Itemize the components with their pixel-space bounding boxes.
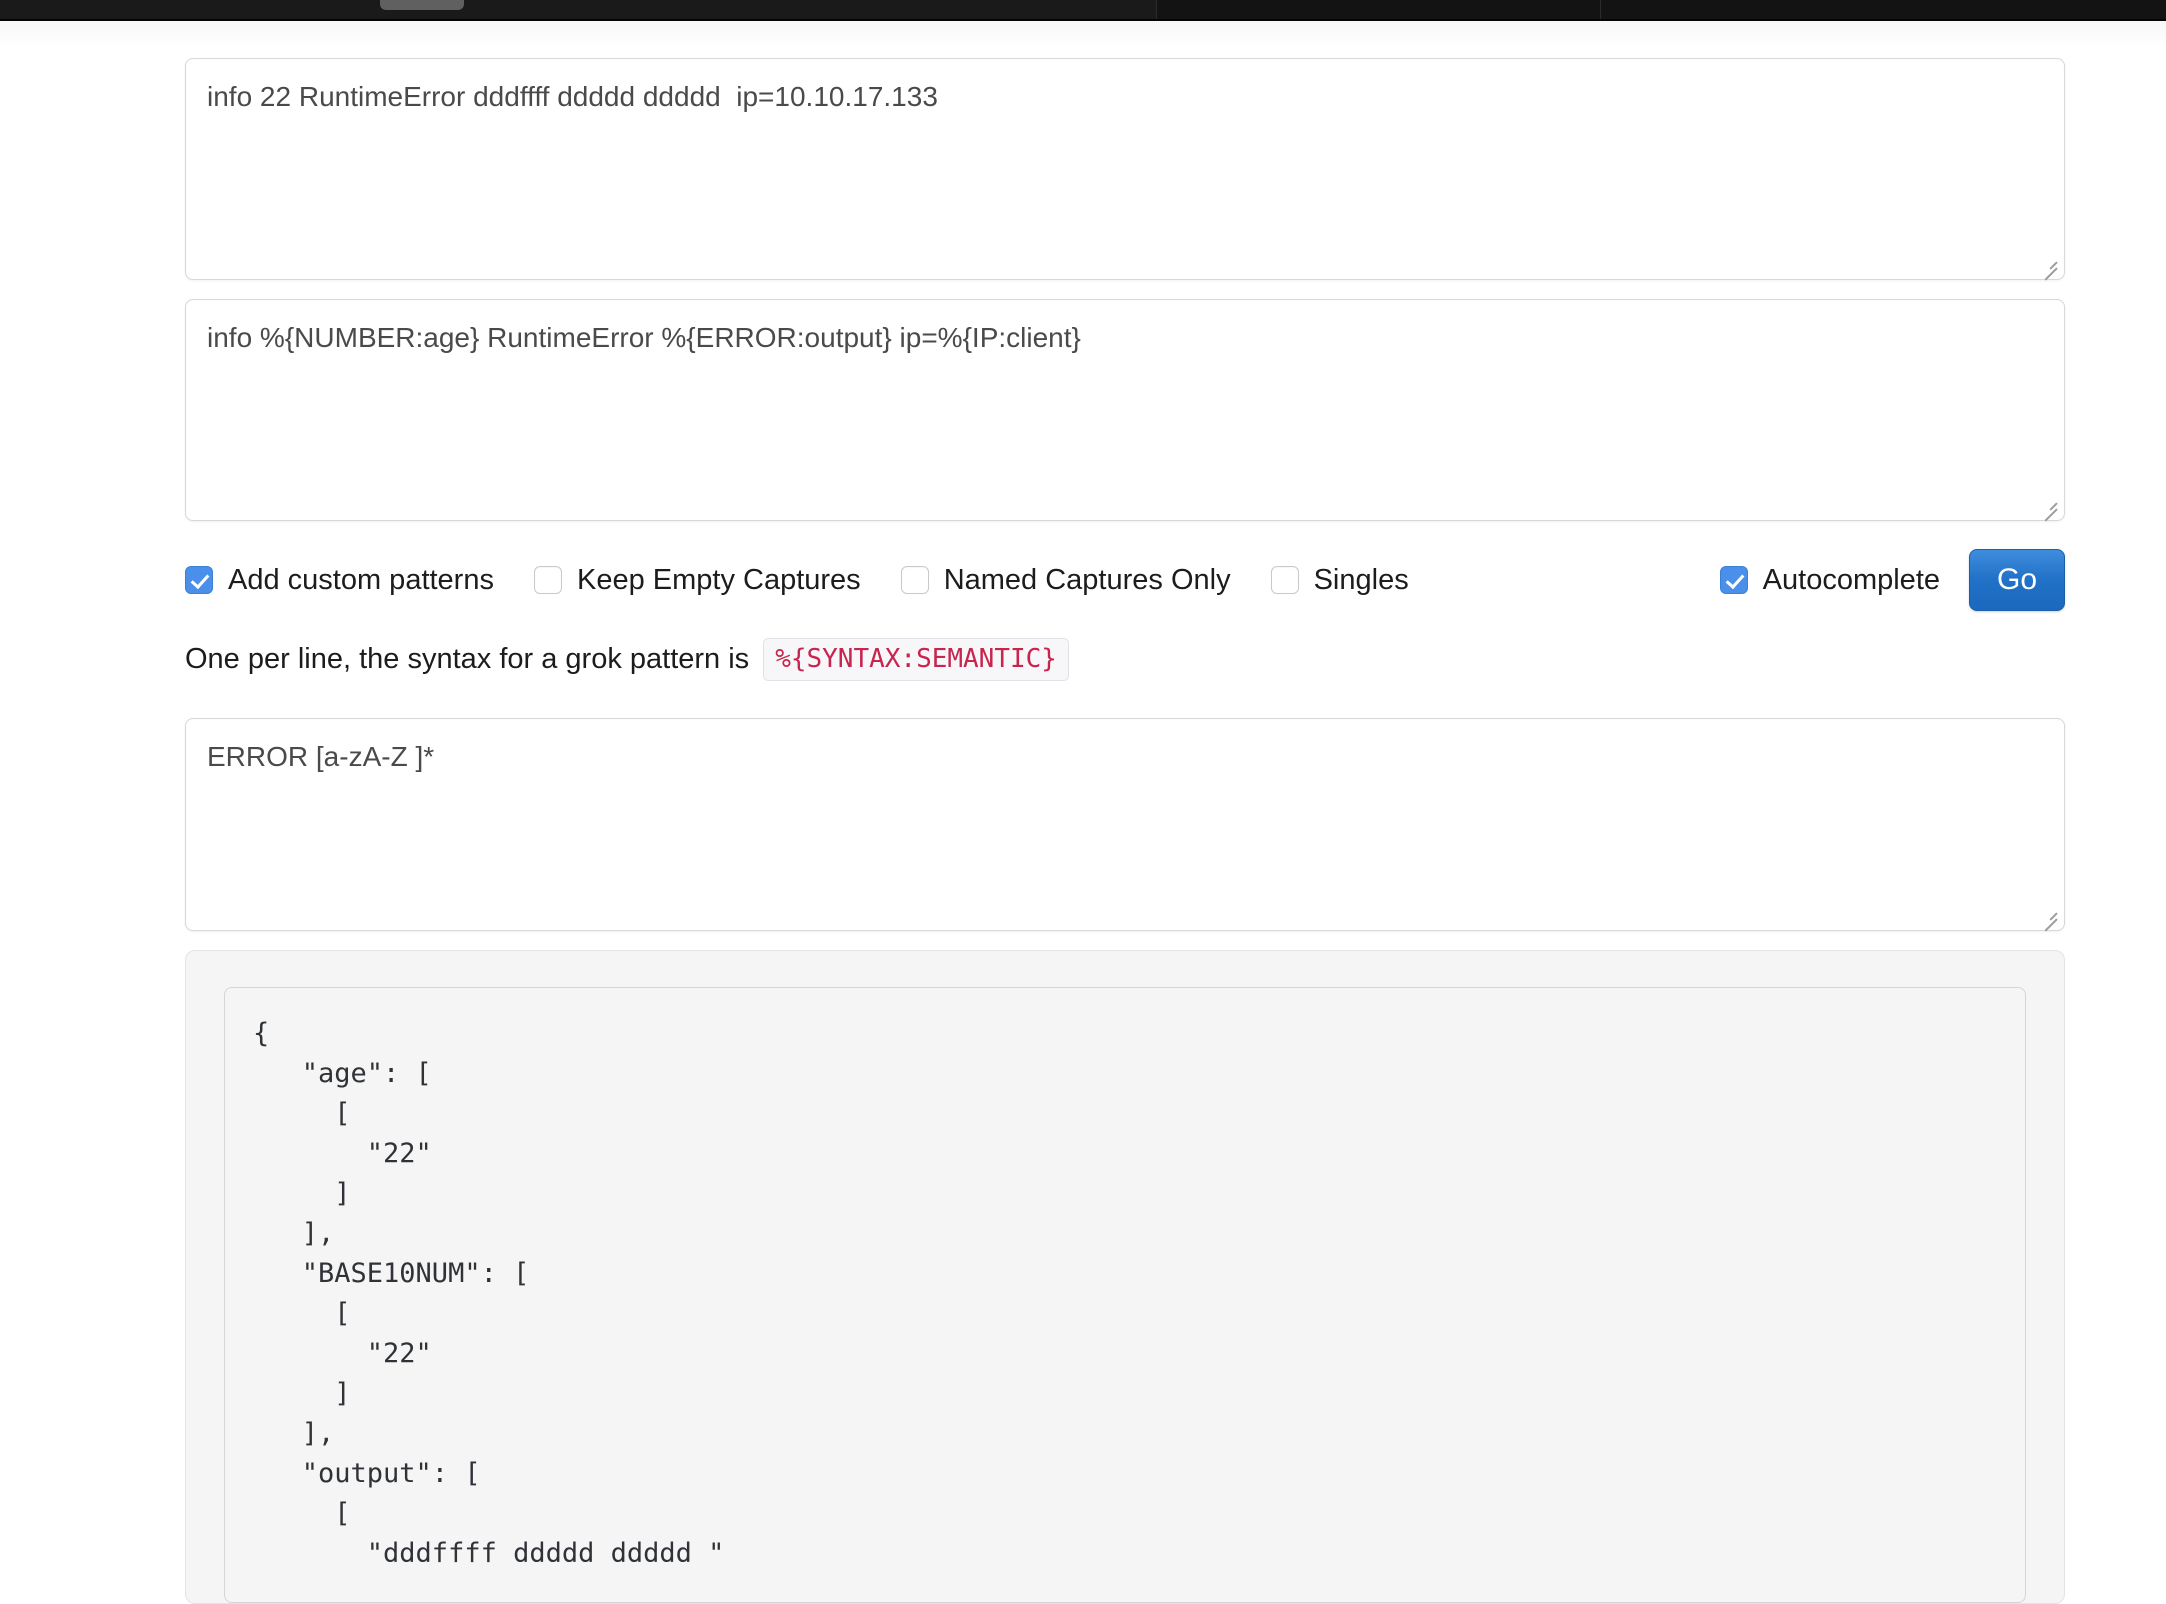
custom-patterns-wrapper: [185, 718, 2065, 932]
checkbox-unchecked-icon[interactable]: [533, 566, 562, 594]
browser-tab-divider: [1600, 0, 1601, 21]
checkbox-label: Autocomplete: [1762, 563, 1940, 596]
pattern-input-wrapper: [185, 299, 2065, 522]
checkbox-unchecked-icon[interactable]: [900, 566, 929, 594]
grok-output-json[interactable]: { "age": [ [ "22" ] ], "BASE10NUM": [ [ …: [224, 987, 2026, 1603]
options-right-group: Autocomplete Go: [1719, 549, 2065, 611]
checkbox-keep-empty-captures[interactable]: Keep Empty Captures: [533, 563, 861, 597]
browser-tab-divider: [1156, 0, 1157, 21]
checkbox-singles[interactable]: Singles: [1270, 563, 1409, 597]
checkbox-checked-icon[interactable]: [185, 566, 213, 594]
checkbox-label: Keep Empty Captures: [576, 563, 861, 596]
checkbox-named-captures-only[interactable]: Named Captures Only: [900, 563, 1231, 597]
checkbox-label: Named Captures Only: [943, 563, 1231, 596]
grok-syntax-code-badge: %{SYNTAX:SEMANTIC}: [763, 637, 1069, 681]
checkbox-label: Add custom patterns: [228, 563, 494, 596]
log-input-wrapper: [185, 58, 2065, 281]
checkbox-label: Singles: [1313, 563, 1409, 596]
checkbox-autocomplete[interactable]: Autocomplete: [1719, 563, 1940, 597]
help-text: One per line, the syntax for a grok patt…: [185, 642, 750, 675]
browser-chrome-strip: [0, 0, 2166, 21]
main-container: Add custom patterns Keep Empty Captures …: [185, 21, 2065, 1604]
grok-debugger-page: Add custom patterns Keep Empty Captures …: [0, 21, 2166, 1604]
browser-tab-area: [0, 0, 1156, 21]
checkbox-checked-icon[interactable]: [1719, 566, 1748, 594]
go-button[interactable]: Go: [1969, 549, 2065, 611]
log-line-input[interactable]: [185, 58, 2065, 280]
checkbox-add-custom-patterns[interactable]: Add custom patterns: [185, 564, 494, 597]
grok-syntax-help: One per line, the syntax for a grok patt…: [185, 635, 2065, 683]
options-row: Add custom patterns Keep Empty Captures …: [185, 549, 2065, 611]
browser-tab-ghost[interactable]: [380, 0, 464, 10]
output-panel: { "age": [ [ "22" ] ], "BASE10NUM": [ [ …: [185, 950, 2065, 1604]
grok-pattern-input[interactable]: [185, 299, 2065, 521]
checkbox-unchecked-icon[interactable]: [1270, 566, 1299, 594]
custom-patterns-input[interactable]: [185, 718, 2065, 931]
